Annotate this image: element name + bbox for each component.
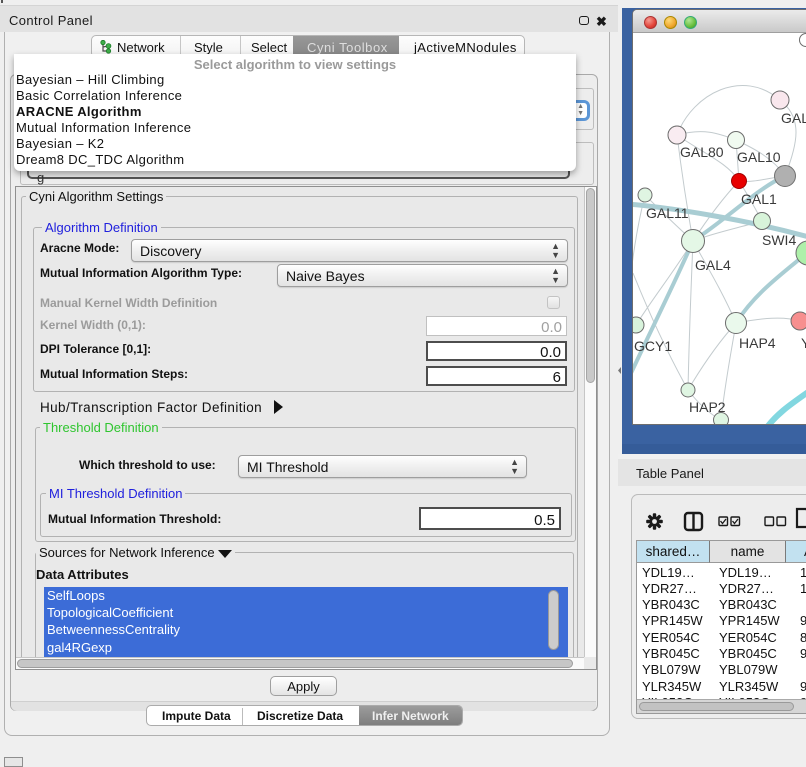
svg-text:GAL4: GAL4 — [695, 257, 731, 273]
svg-text:Y: Y — [801, 335, 806, 351]
svg-text:GAL11: GAL11 — [646, 205, 689, 221]
svg-text:GAL7: GAL7 — [781, 110, 806, 126]
svg-text:GAL10: GAL10 — [737, 149, 781, 165]
svg-text:GCY1: GCY1 — [634, 338, 672, 354]
svg-text:GAL80: GAL80 — [680, 144, 724, 160]
svg-text:HAP2: HAP2 — [689, 399, 726, 415]
svg-text:HAP4: HAP4 — [739, 335, 776, 351]
svg-text:SWI4: SWI4 — [762, 232, 796, 248]
svg-text:GAL1: GAL1 — [741, 191, 777, 207]
